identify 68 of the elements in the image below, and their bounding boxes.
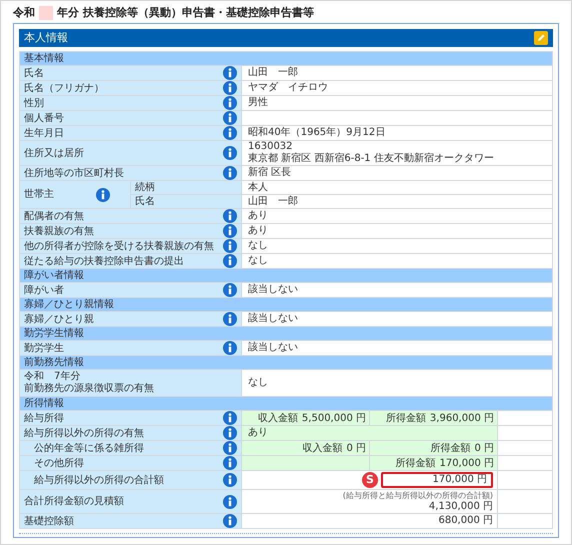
field-value: 昭和40年（1965年）9月12日	[248, 127, 386, 139]
amount-caption: 所得金額	[386, 412, 426, 424]
amount-value: 170,000 円	[439, 456, 494, 470]
field-label: 障がい者	[24, 284, 64, 296]
field-value: なし	[248, 377, 269, 389]
field-value: なし	[248, 255, 269, 267]
amount-caption: 収入金額	[302, 442, 342, 454]
field-label: 続柄	[131, 181, 242, 195]
field-value: あり	[248, 225, 269, 237]
field-label: 寡婦／ひとり親	[24, 312, 94, 326]
field-value: 新宿 区長	[248, 167, 292, 179]
field-value: 本人	[242, 181, 553, 195]
field-label: 世帯主	[24, 188, 54, 202]
field-label: 従たる給与の扶養控除申告書の提出	[24, 254, 184, 268]
section-heading: 基本情報	[20, 52, 553, 66]
field-value: 680,000 円	[242, 514, 498, 529]
field-value: ヤマダ イチロウ	[248, 82, 329, 94]
form-title: 年分 扶養控除等（異動）申告書・基礎控除申告書等	[57, 4, 314, 21]
field-label: 公的年金等に係る雑所得	[34, 442, 144, 454]
step-badge: S	[362, 472, 378, 488]
field-label: 他の所得者が控除を受ける扶養親族の有無	[24, 240, 214, 252]
field-value: 該当しない	[248, 313, 299, 325]
field-label: 令和 7年分	[24, 371, 82, 382]
total-value: 170,000 円	[381, 472, 493, 488]
field-label: 生年月日	[24, 126, 64, 140]
field-label: 配偶者の有無	[24, 210, 84, 222]
field-label: 氏名	[24, 66, 44, 80]
amount-value: 5,500,000 円	[302, 412, 366, 424]
section-heading: 勤労学生情報	[20, 327, 553, 341]
field-value: なし	[248, 240, 269, 252]
field-label: 給与所得以外の所得の合計額	[34, 474, 164, 486]
field-value: 該当しない	[248, 342, 299, 354]
field-value: あり	[248, 210, 269, 222]
section-heading: 障がい者情報	[20, 269, 553, 283]
field-label: 個人番号	[24, 112, 64, 124]
field-label: 性別	[24, 96, 44, 110]
amount-value: 3,960,000 円	[430, 412, 494, 424]
field-value: 山田 一郎	[242, 195, 553, 209]
amount-value: 0 円	[346, 442, 366, 454]
field-label: 基礎控除額	[24, 514, 74, 528]
panel-title: 本人情報	[24, 31, 68, 45]
field-label: 住所地等の市区町村長	[24, 166, 124, 180]
form-title: 令和	[13, 4, 35, 21]
field-value: 男性	[248, 97, 269, 109]
field-label: 合計所得金額の見積額	[24, 495, 124, 508]
amount-caption: 所得金額	[395, 456, 436, 470]
section-heading: 寡婦／ひとり親情報	[20, 298, 553, 312]
field-label: 前勤務先の源泉徴収票の有無	[24, 383, 154, 395]
field-label: その他所得	[34, 456, 84, 470]
amount-value: 0 円	[474, 442, 494, 454]
field-value: あり	[242, 426, 498, 441]
field-value: 山田 一郎	[248, 67, 299, 79]
field-label: 氏名（フリガナ）	[24, 82, 104, 94]
note-text: (給与所得と給与所得以外の所得の合計額)	[342, 490, 493, 501]
section-heading: 所得情報	[20, 397, 553, 411]
field-label: 勤労学生	[24, 342, 64, 354]
field-value: 1630032	[248, 141, 294, 152]
field-label: 氏名	[131, 195, 242, 209]
field-label: 扶養親族の有無	[24, 224, 94, 238]
field-value: 東京都 新宿区 西新宿6-8-1 住友不動新宿オークタワー	[248, 153, 495, 165]
field-label: 住所又は居所	[24, 146, 84, 160]
estimate-value: 4,130,000 円	[428, 501, 493, 513]
amount-caption: 収入金額	[258, 412, 298, 424]
amount-caption: 所得金額	[430, 442, 470, 454]
field-value: 該当しない	[248, 284, 299, 296]
field-label: 給与所得	[24, 412, 64, 424]
field-label: 給与所得以外の所得の有無	[24, 426, 144, 440]
section-heading: 前勤務先情報	[20, 356, 553, 370]
